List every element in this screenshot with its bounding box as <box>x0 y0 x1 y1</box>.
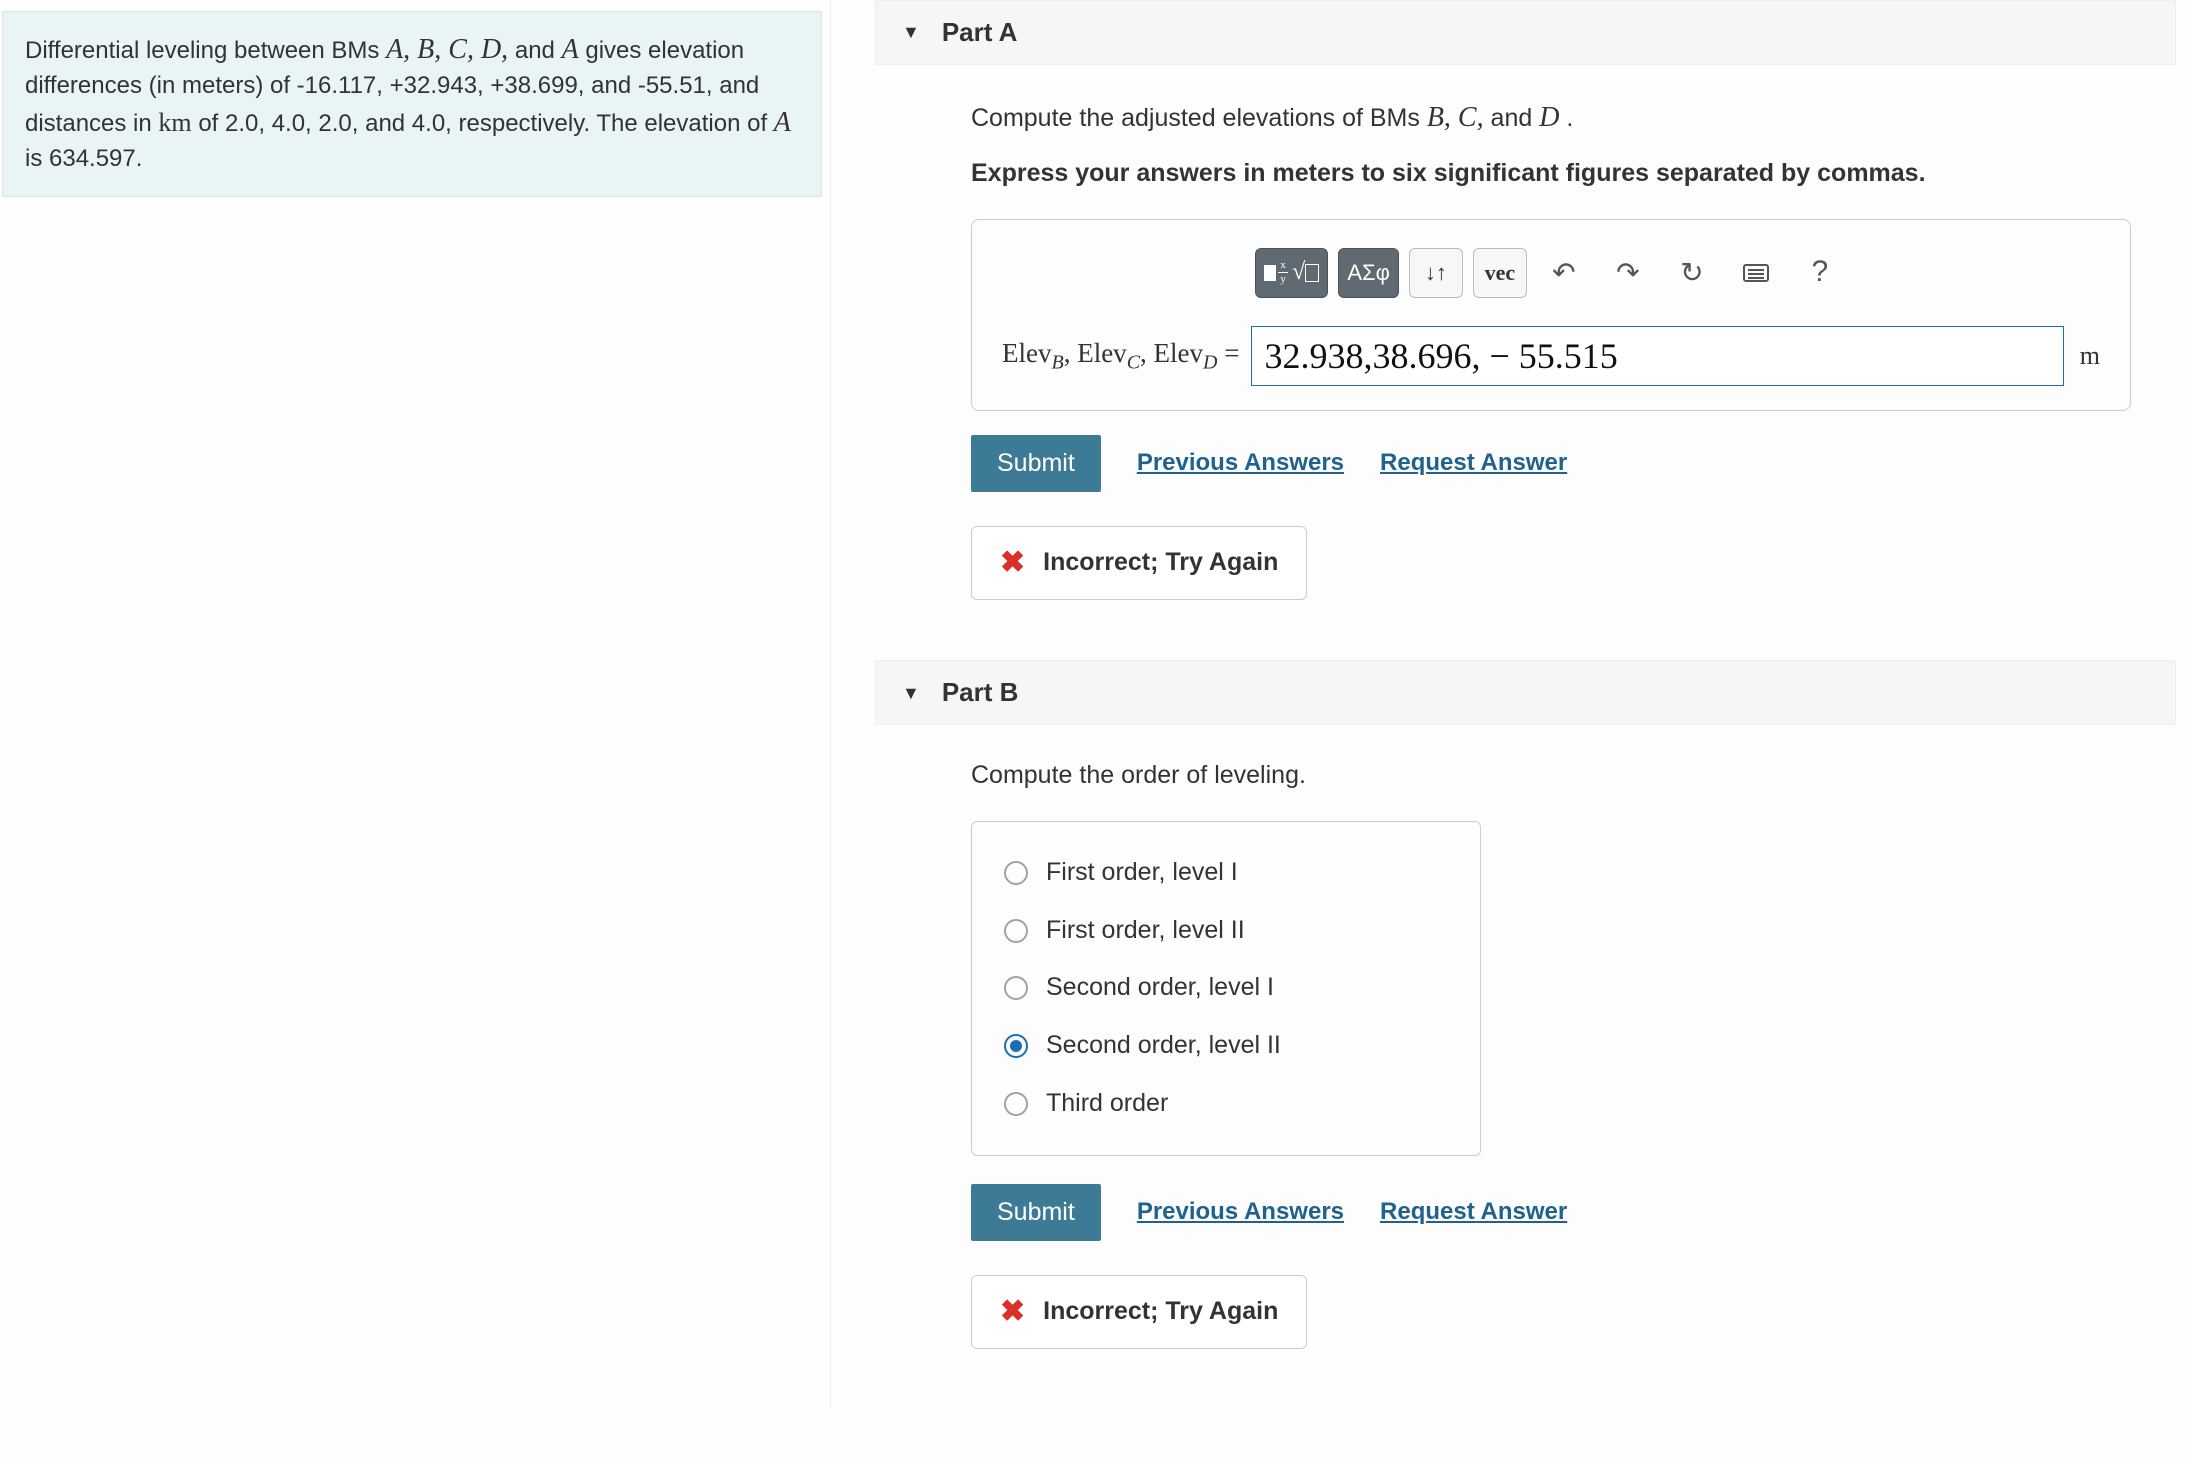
option-label: First order, level I <box>1046 856 1238 890</box>
part-b-title: Part B <box>942 675 1019 710</box>
instr-after: . <box>1566 104 1573 132</box>
part-b-body: Compute the order of leveling. First ord… <box>875 759 2176 1349</box>
subscript-button[interactable]: ↓↑ <box>1409 248 1463 298</box>
incorrect-icon: ✖ <box>1000 543 1025 584</box>
problem-text-1: Differential leveling between BMs <box>25 37 386 64</box>
redo-button[interactable]: ↷ <box>1601 248 1655 298</box>
vec-button[interactable]: vec <box>1473 248 1527 298</box>
radio-icon <box>1004 1034 1028 1058</box>
part-a-title: Part A <box>942 15 1018 50</box>
submit-button[interactable]: Submit <box>971 435 1101 492</box>
answer-unit: m <box>2076 338 2100 373</box>
option-label: Third order <box>1046 1087 1168 1121</box>
option-label: Second order, level II <box>1046 1029 1281 1063</box>
part-b-header[interactable]: ▼ Part B <box>875 660 2176 725</box>
feedback-text: Incorrect; Try Again <box>1043 1295 1278 1329</box>
radio-icon <box>1004 919 1028 943</box>
request-answer-link[interactable]: Request Answer <box>1380 1196 1567 1228</box>
part-a-format: Express your answers in meters to six si… <box>971 157 2176 191</box>
instr-bm-last: D <box>1539 102 1559 133</box>
answer-label: ElevB, ElevC, ElevD = <box>1002 335 1239 376</box>
part-a-actions: Submit Previous Answers Request Answer <box>971 435 2176 492</box>
problem-bm-a: A <box>774 107 791 138</box>
help-button[interactable]: ? <box>1793 248 1847 298</box>
part-b-feedback: ✖ Incorrect; Try Again <box>971 1275 1307 1350</box>
radio-icon <box>1004 861 1028 885</box>
request-answer-link[interactable]: Request Answer <box>1380 447 1567 479</box>
incorrect-icon: ✖ <box>1000 1292 1025 1333</box>
radio-option[interactable]: First order, level I <box>1000 844 1452 902</box>
undo-button[interactable]: ↶ <box>1537 248 1591 298</box>
instr-text: Compute the adjusted elevations of BMs <box>971 104 1427 132</box>
problem-bm-last: A <box>562 34 579 65</box>
problem-text-3: of 2.0, 4.0, 2.0, and 4.0, respectively.… <box>198 110 773 137</box>
instr-bms: B, C, <box>1427 102 1484 133</box>
submit-button[interactable]: Submit <box>971 1184 1101 1241</box>
problem-text-4: is 634.597. <box>25 145 142 172</box>
part-a-instruction: Compute the adjusted elevations of BMs B… <box>971 99 2176 137</box>
part-a-feedback: ✖ Incorrect; Try Again <box>971 526 1307 601</box>
previous-answers-link[interactable]: Previous Answers <box>1137 447 1344 479</box>
problem-and: and <box>515 37 562 64</box>
collapse-icon: ▼ <box>902 681 920 705</box>
answer-column: ▼ Part A Compute the adjusted elevations… <box>830 0 2186 1409</box>
equation-toolbar: xy √ ΑΣφ ↓↑ vec ↶ ↷ ↻ ? <box>1002 248 2100 298</box>
instr-and: and <box>1491 104 1540 132</box>
feedback-text: Incorrect; Try Again <box>1043 546 1278 580</box>
answer-input[interactable] <box>1251 326 2063 386</box>
part-a-body: Compute the adjusted elevations of BMs B… <box>875 99 2176 600</box>
radio-option[interactable]: Second order, level I <box>1000 959 1452 1017</box>
option-label: Second order, level I <box>1046 971 1274 1005</box>
radio-option[interactable]: Second order, level II <box>1000 1017 1452 1075</box>
reset-button[interactable]: ↻ <box>1665 248 1719 298</box>
part-a-header[interactable]: ▼ Part A <box>875 0 2176 65</box>
radio-option[interactable]: Third order <box>1000 1075 1452 1133</box>
option-label: First order, level II <box>1046 914 1245 948</box>
part-b-instruction: Compute the order of leveling. <box>971 759 2176 793</box>
problem-km: km <box>158 108 191 137</box>
keyboard-button[interactable] <box>1729 248 1783 298</box>
greek-button[interactable]: ΑΣφ <box>1338 248 1399 298</box>
answer-row: ElevB, ElevC, ElevD = m <box>1002 326 2100 386</box>
templates-button[interactable]: xy √ <box>1255 248 1328 298</box>
problem-statement: Differential leveling between BMs A, B, … <box>2 11 822 197</box>
radio-icon <box>1004 976 1028 1000</box>
previous-answers-link[interactable]: Previous Answers <box>1137 1196 1344 1228</box>
collapse-icon: ▼ <box>902 20 920 44</box>
options-box: First order, level I First order, level I… <box>971 821 1481 1156</box>
problem-bms: A, B, C, D, <box>386 34 508 65</box>
keyboard-icon <box>1743 264 1769 282</box>
sqrt-icon: xy √ <box>1264 256 1319 288</box>
answer-box: xy √ ΑΣφ ↓↑ vec ↶ ↷ ↻ ? ElevB, ElevC, El <box>971 219 2131 411</box>
problem-column: Differential leveling between BMs A, B, … <box>0 0 830 1409</box>
radio-option[interactable]: First order, level II <box>1000 902 1452 960</box>
part-b-actions: Submit Previous Answers Request Answer <box>971 1184 2176 1241</box>
radio-icon <box>1004 1092 1028 1116</box>
